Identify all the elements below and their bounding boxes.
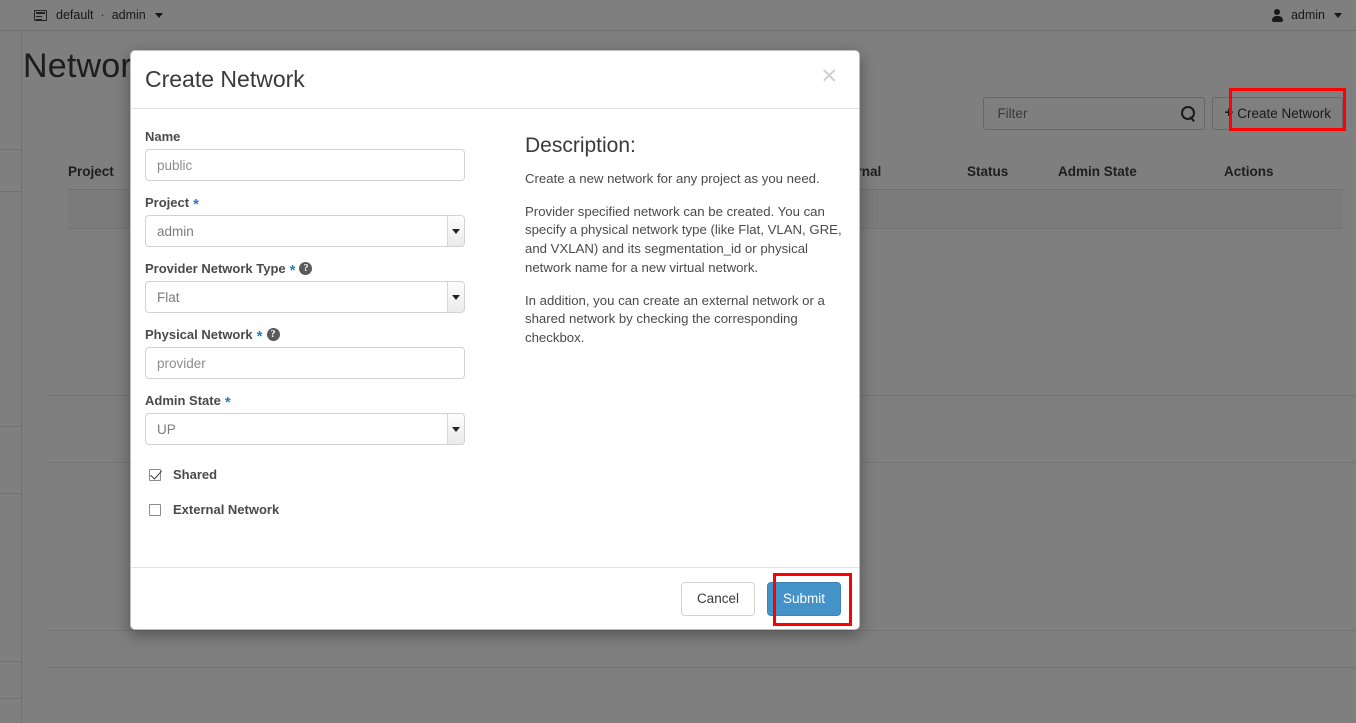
help-icon[interactable]: ? [299,262,313,275]
admin-state-select[interactable]: UP [145,413,465,445]
external-network-checkbox[interactable] [149,503,161,516]
field-physical-network-label: Physical Network * ? [145,327,495,345]
chevron-down-icon [447,216,464,246]
modal-title: Create Network [145,66,305,92]
shared-checkbox-row[interactable]: Shared [145,467,495,482]
description-paragraph: Provider specified network can be create… [525,203,842,275]
required-asterisk: * [256,328,263,345]
description-paragraph: In addition, you can create an external … [525,292,825,346]
description-heading: Description: [525,134,636,157]
chevron-down-icon [447,282,464,312]
field-admin-state-label: Admin State * [145,393,495,411]
required-asterisk: * [289,262,296,279]
help-icon[interactable]: ? [266,328,280,341]
field-provider-network-type-label-text: Provider Network Type [145,261,286,276]
shared-checkbox-label: Shared [173,467,218,482]
description-column: Description: Create a new network for an… [495,129,845,567]
field-admin-state-label-text: Admin State [145,393,221,408]
physical-network-input[interactable] [145,347,465,379]
create-network-modal: Create Network ✕ Name Project * admin [130,50,860,630]
field-admin-state: Admin State * UP [145,393,495,445]
project-select[interactable]: admin [145,215,465,247]
modal-footer: Cancel Submit [131,567,859,629]
field-project-label: Project * [145,195,495,213]
form-column: Name Project * admin Provider Network Ty… [145,129,495,567]
cancel-button[interactable]: Cancel [680,581,755,616]
chevron-down-icon [447,414,464,444]
field-physical-network: Physical Network * ? [145,327,495,379]
field-name: Name [145,129,495,181]
close-icon[interactable]: ✕ [815,64,843,89]
field-project: Project * admin [145,195,495,247]
field-provider-network-type-label: Provider Network Type * ? [145,261,495,279]
field-physical-network-label-text: Physical Network [145,327,253,342]
name-input[interactable] [145,149,465,181]
field-project-label-text: Project [145,195,190,210]
modal-header: Create Network ✕ [131,51,859,109]
field-name-label-text: Name [145,129,181,144]
field-name-label: Name [145,129,495,144]
required-asterisk: * [224,394,231,411]
provider-network-type-select-value: Flat [145,281,465,313]
modal-body: Name Project * admin Provider Network Ty… [131,109,859,567]
admin-state-select-value: UP [145,413,465,445]
description-paragraph: Create a new network for any project as … [525,171,820,186]
external-network-checkbox-row[interactable]: External Network [145,502,495,517]
shared-checkbox[interactable] [149,468,161,481]
provider-network-type-select[interactable]: Flat [145,281,465,313]
project-select-value: admin [145,215,465,247]
required-asterisk: * [193,196,199,213]
external-network-checkbox-label: External Network [173,502,280,517]
field-provider-network-type: Provider Network Type * ? Flat [145,261,495,313]
submit-button[interactable]: Submit [766,581,841,616]
